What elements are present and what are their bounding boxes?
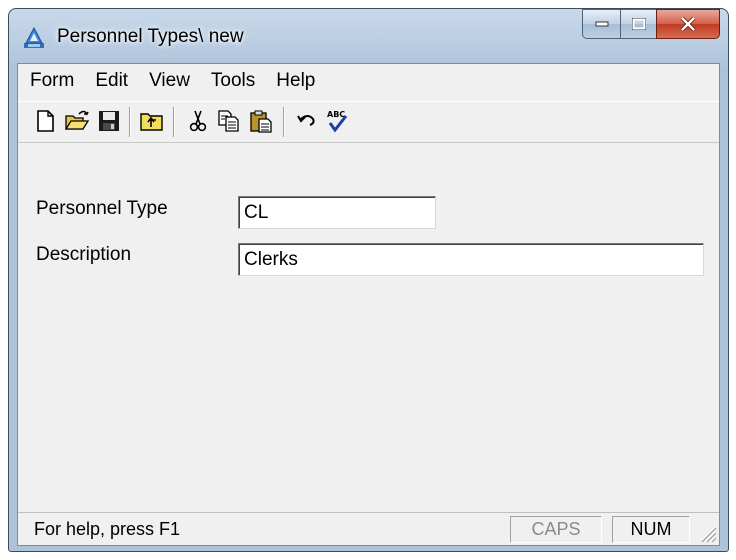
menu-tools[interactable]: Tools [199, 70, 264, 92]
save-icon[interactable] [96, 108, 122, 134]
copy-icon[interactable] [216, 108, 242, 134]
maximize-icon [631, 18, 646, 30]
minimize-button[interactable] [582, 9, 620, 39]
undo-icon[interactable] [294, 108, 320, 134]
menu-form[interactable]: Form [18, 70, 83, 92]
up-folder-icon[interactable] [139, 108, 165, 134]
description-input[interactable] [238, 243, 704, 276]
menu-bar: Form Edit View Tools Help [18, 64, 719, 98]
status-bar: For help, press F1 CAPS NUM [18, 512, 719, 545]
caps-indicator: CAPS [510, 516, 602, 543]
open-icon[interactable] [64, 108, 90, 134]
close-icon [680, 17, 696, 31]
paste-icon[interactable] [248, 108, 274, 134]
menu-edit[interactable]: Edit [83, 70, 137, 92]
form-area: Personnel Type Description [18, 144, 719, 514]
toolbar-separator [283, 107, 284, 137]
new-icon[interactable] [32, 108, 58, 134]
toolbar-separator [129, 107, 130, 137]
cut-icon[interactable] [185, 108, 211, 134]
close-button[interactable] [656, 9, 720, 39]
description-label: Description [36, 244, 132, 265]
personnel-type-input[interactable] [238, 196, 436, 229]
num-indicator: NUM [612, 516, 690, 543]
maximize-button[interactable] [620, 9, 656, 39]
app-icon[interactable] [23, 26, 45, 49]
personnel-type-label: Personnel Type [36, 198, 168, 219]
app-window: Personnel Types\ new Form Edit View Tool… [8, 8, 729, 552]
status-help-text: For help, press F1 [34, 519, 181, 539]
resize-grip-icon[interactable] [695, 521, 717, 543]
svg-text:ABC: ABC [327, 110, 345, 119]
menu-view[interactable]: View [137, 70, 199, 92]
spellcheck-icon[interactable]: ABC [324, 108, 350, 134]
title-bar[interactable]: Personnel Types\ new [9, 9, 728, 62]
client-area: Form Edit View Tools Help ABC Personnel … [17, 63, 720, 546]
toolbar-separator [173, 107, 174, 137]
minimize-icon [595, 21, 608, 27]
toolbar: ABC [18, 101, 719, 143]
menu-help[interactable]: Help [264, 70, 324, 92]
window-title: Personnel Types\ new [57, 26, 244, 47]
